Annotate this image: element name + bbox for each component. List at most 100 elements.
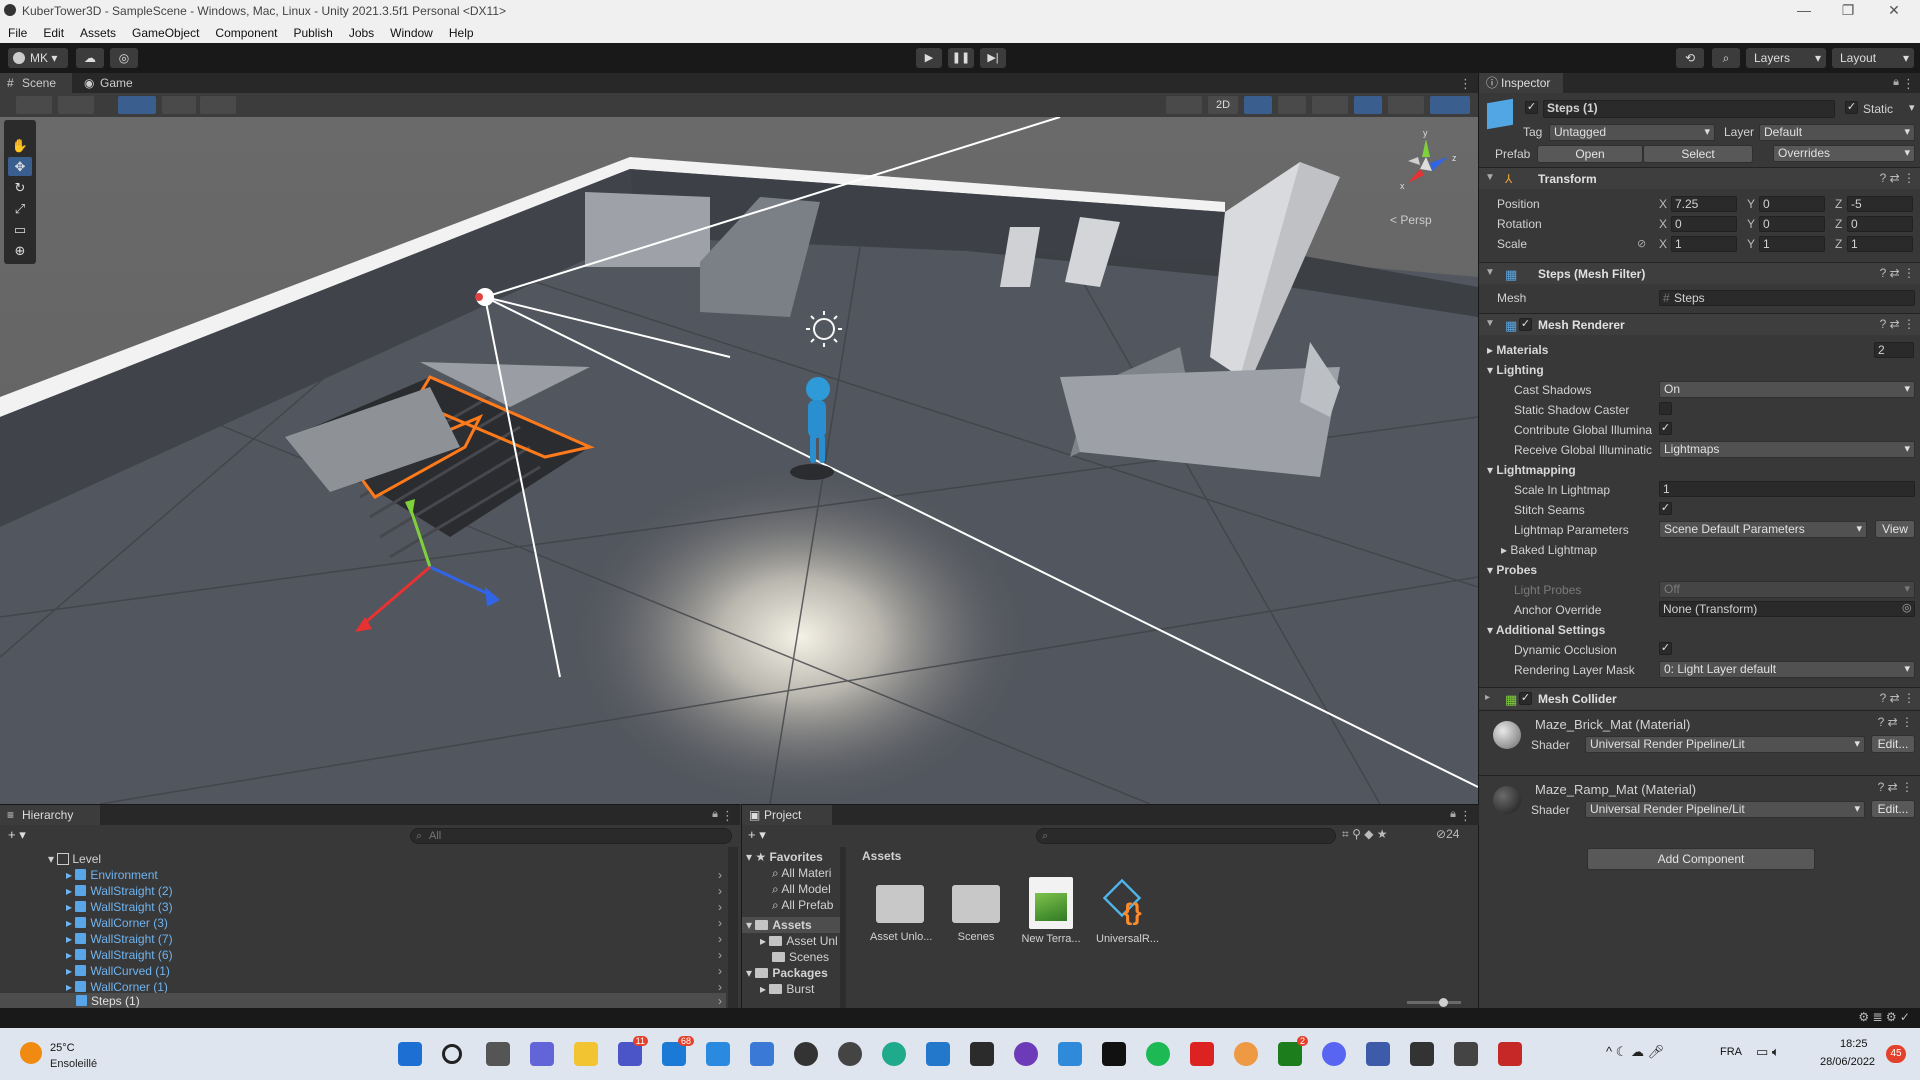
edit-shader-button[interactable]: Edit...: [1871, 735, 1915, 753]
mesh-renderer-header[interactable]: ▼ ▦ ✓ Mesh Renderer ? ⇄ ⋮: [1479, 313, 1920, 335]
create-asset-button[interactable]: + ▾: [748, 827, 766, 843]
list-item[interactable]: ▸ WallCurved (1) ›: [66, 963, 722, 979]
menu-help[interactable]: Help: [449, 23, 474, 43]
menu-component[interactable]: Component: [215, 23, 277, 43]
material-menu-icon[interactable]: ? ⇄ ⋮: [1878, 780, 1913, 794]
list-item-selected[interactable]: Steps (1) ›: [76, 993, 722, 1009]
menu-assets[interactable]: Assets: [80, 23, 116, 43]
menu-gameobject[interactable]: GameObject: [132, 23, 199, 43]
tab-hierarchy[interactable]: ≡ Hierarchy: [0, 805, 100, 825]
tree-assets[interactable]: ▾ Assets: [746, 917, 812, 933]
tab-scene[interactable]: # Scene: [0, 73, 72, 93]
lighting-foldout[interactable]: ▾ Lighting: [1487, 363, 1544, 377]
clock-time[interactable]: 18:25: [1840, 1038, 1868, 1050]
shading-mode-dropdown[interactable]: [58, 96, 94, 114]
dynamic-occlusion-checkbox[interactable]: ✓: [1659, 642, 1672, 655]
asset-tile[interactable]: {} UniversalR...: [1096, 875, 1159, 955]
file-explorer-icon[interactable]: [574, 1042, 598, 1066]
network-volume-icons[interactable]: ▭ 🔈︎: [1756, 1044, 1780, 1060]
hierarchy-scrollbar[interactable]: [728, 847, 738, 1009]
filter-icons[interactable]: ⌗ ⚲ ◆ ★: [1342, 827, 1388, 842]
mesh-filter-header[interactable]: ▼ ▦ Steps (Mesh Filter) ? ⇄ ⋮: [1479, 262, 1920, 284]
chevron-right-icon[interactable]: ›: [718, 899, 722, 915]
hand-tool-button[interactable]: ✋: [8, 136, 32, 155]
increment-snap-button[interactable]: [162, 96, 196, 114]
menu-window[interactable]: Window: [390, 23, 433, 43]
search-button[interactable]: ⌕: [1712, 48, 1740, 68]
object-name-field[interactable]: Steps (1): [1543, 100, 1835, 118]
list-item[interactable]: ▸ WallStraight (2) ›: [66, 883, 722, 899]
project-search-input[interactable]: ⌕: [1036, 828, 1336, 844]
unity-editor-active-icon[interactable]: [1498, 1042, 1522, 1066]
store-icon[interactable]: [750, 1042, 774, 1066]
baked-lightmap-foldout[interactable]: ▸ Baked Lightmap: [1501, 543, 1597, 557]
grid-snap-button[interactable]: [118, 96, 156, 114]
asset-tile[interactable]: Asset Unlo...: [870, 875, 932, 955]
language-indicator[interactable]: FRA: [1720, 1046, 1742, 1058]
close-button[interactable]: ✕: [1874, 2, 1914, 20]
task-view-icon[interactable]: [486, 1042, 510, 1066]
mesh-renderer-enabled-checkbox[interactable]: ✓: [1519, 318, 1532, 331]
static-shadow-caster-checkbox[interactable]: [1659, 402, 1672, 415]
play-button[interactable]: ▶: [916, 48, 942, 68]
tree-item[interactable]: ▸ Burst: [760, 981, 814, 997]
tab-inspector[interactable]: ⓘ Inspector: [1479, 73, 1563, 93]
jetbrains-icon[interactable]: [1102, 1042, 1126, 1066]
collab-button[interactable]: ◎: [110, 48, 138, 68]
lighting-toggle-button[interactable]: [1244, 96, 1272, 114]
account-dropdown[interactable]: MK ▾: [8, 48, 68, 68]
weather-temp[interactable]: 25°C: [50, 1042, 75, 1054]
edge-icon[interactable]: [882, 1042, 906, 1066]
component-menu-icon[interactable]: ? ⇄ ⋮: [1880, 317, 1915, 331]
view-button[interactable]: View: [1875, 520, 1915, 538]
scale-tool-button[interactable]: ⤢: [8, 199, 32, 218]
anchor-override-field[interactable]: None (Transform): [1659, 601, 1915, 617]
lightmap-parameters-dropdown[interactable]: Scene Default Parameters: [1659, 521, 1867, 538]
tree-item[interactable]: Scenes: [772, 949, 829, 965]
materials-count-field[interactable]: 2: [1874, 342, 1914, 358]
list-item[interactable]: ▾ Level: [48, 851, 101, 867]
contribute-gi-checkbox[interactable]: ✓: [1659, 422, 1672, 435]
minimize-button[interactable]: —: [1784, 2, 1824, 20]
orientation-gizmo[interactable]: y x z: [1386, 127, 1466, 207]
scene-visibility-button[interactable]: [1166, 96, 1202, 114]
assets-breadcrumb[interactable]: Assets: [862, 849, 901, 863]
static-dropdown-icon[interactable]: ▾: [1909, 101, 1915, 114]
chevron-right-icon[interactable]: ›: [718, 993, 722, 1009]
component-menu-icon[interactable]: ? ⇄ ⋮: [1880, 691, 1915, 705]
toggle-2d-button[interactable]: 2D: [1208, 96, 1238, 114]
maximize-button[interactable]: ❐: [1828, 2, 1868, 20]
cloud-button[interactable]: ☁: [76, 48, 104, 68]
chevron-right-icon[interactable]: ›: [718, 883, 722, 899]
hierarchy-search-input[interactable]: ⌕ All: [410, 828, 732, 844]
scale-z-field[interactable]: 1: [1847, 236, 1913, 252]
tab-game[interactable]: ◉ Game: [78, 73, 148, 93]
create-button[interactable]: + ▾: [8, 827, 26, 843]
history-button[interactable]: ⟲: [1676, 48, 1704, 68]
xbox-icon[interactable]: 2: [1278, 1036, 1308, 1066]
stitch-seams-checkbox[interactable]: ✓: [1659, 502, 1672, 515]
tag-dropdown[interactable]: Untagged: [1549, 124, 1715, 141]
rotation-y-field[interactable]: 0: [1759, 216, 1825, 232]
active-checkbox[interactable]: ✓: [1525, 101, 1538, 114]
transform-header[interactable]: ▼ ⅄ Transform ? ⇄ ⋮: [1479, 167, 1920, 189]
camera-dropdown[interactable]: [1388, 96, 1424, 114]
tray-icons[interactable]: ^ ☾ ☁ 🎤︎: [1606, 1044, 1664, 1060]
inspector-menu-icon[interactable]: ⋮: [1902, 76, 1915, 92]
asset-tile[interactable]: New Terra...: [1021, 875, 1081, 955]
list-item[interactable]: ▸ WallStraight (3) ›: [66, 899, 722, 915]
lock-icon[interactable]: 🔒︎: [712, 808, 718, 821]
unity-icon[interactable]: [1454, 1042, 1478, 1066]
layers-dropdown[interactable]: Layers ▾: [1746, 48, 1826, 68]
cast-shadows-dropdown[interactable]: On: [1659, 381, 1915, 398]
tree-item[interactable]: ⌕ All Materi: [772, 865, 831, 881]
scale-in-lightmap-field[interactable]: 1: [1659, 481, 1915, 497]
icon-size-slider[interactable]: [1407, 998, 1461, 1007]
notification-badge[interactable]: 45: [1886, 1045, 1906, 1063]
tree-favorites[interactable]: ▾ ★ Favorites: [746, 849, 823, 865]
lock-icon[interactable]: 🔒︎: [1893, 76, 1899, 89]
mail-icon[interactable]: 68: [662, 1036, 694, 1066]
hierarchy-menu-icon[interactable]: ⋮: [721, 808, 734, 824]
search-icon[interactable]: [442, 1044, 462, 1064]
additional-settings-foldout[interactable]: ▾ Additional Settings: [1487, 623, 1605, 637]
